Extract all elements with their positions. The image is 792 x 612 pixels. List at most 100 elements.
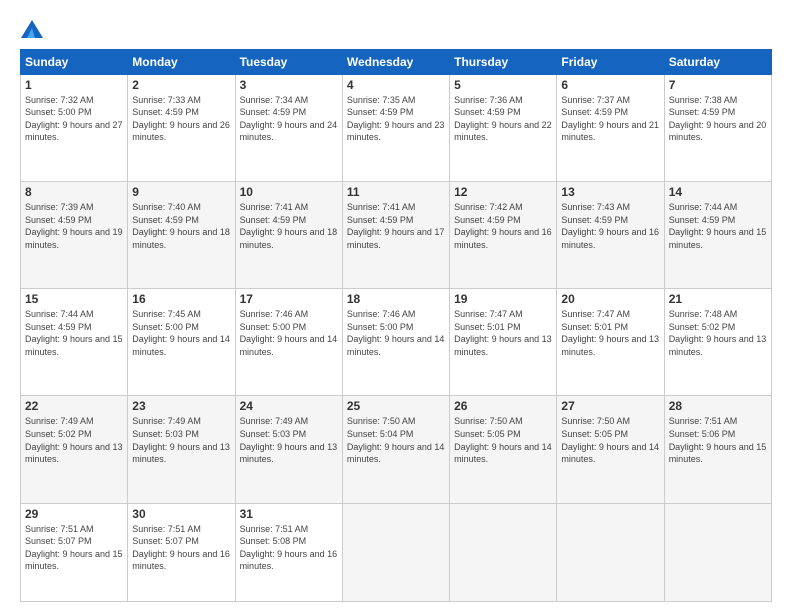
day-info: Sunrise: 7:44 AM Sunset: 4:59 PM Dayligh… bbox=[669, 201, 767, 251]
day-info: Sunrise: 7:42 AM Sunset: 4:59 PM Dayligh… bbox=[454, 201, 552, 251]
calendar-cell bbox=[664, 503, 771, 601]
calendar-cell: 21 Sunrise: 7:48 AM Sunset: 5:02 PM Dayl… bbox=[664, 289, 771, 396]
day-info: Sunrise: 7:50 AM Sunset: 5:05 PM Dayligh… bbox=[454, 415, 552, 465]
weekday-header-tuesday: Tuesday bbox=[235, 49, 342, 74]
day-info: Sunrise: 7:51 AM Sunset: 5:06 PM Dayligh… bbox=[669, 415, 767, 465]
day-number: 27 bbox=[561, 399, 659, 413]
calendar-week-4: 22 Sunrise: 7:49 AM Sunset: 5:02 PM Dayl… bbox=[21, 396, 772, 503]
calendar-cell bbox=[342, 503, 449, 601]
calendar-cell: 24 Sunrise: 7:49 AM Sunset: 5:03 PM Dayl… bbox=[235, 396, 342, 503]
day-number: 11 bbox=[347, 185, 445, 199]
weekday-header-row: SundayMondayTuesdayWednesdayThursdayFrid… bbox=[21, 49, 772, 74]
day-info: Sunrise: 7:50 AM Sunset: 5:05 PM Dayligh… bbox=[561, 415, 659, 465]
day-info: Sunrise: 7:40 AM Sunset: 4:59 PM Dayligh… bbox=[132, 201, 230, 251]
day-info: Sunrise: 7:48 AM Sunset: 5:02 PM Dayligh… bbox=[669, 308, 767, 358]
weekday-header-thursday: Thursday bbox=[450, 49, 557, 74]
day-number: 2 bbox=[132, 78, 230, 92]
day-number: 12 bbox=[454, 185, 552, 199]
day-number: 23 bbox=[132, 399, 230, 413]
calendar-cell: 16 Sunrise: 7:45 AM Sunset: 5:00 PM Dayl… bbox=[128, 289, 235, 396]
calendar-cell: 30 Sunrise: 7:51 AM Sunset: 5:07 PM Dayl… bbox=[128, 503, 235, 601]
calendar-cell: 3 Sunrise: 7:34 AM Sunset: 4:59 PM Dayli… bbox=[235, 74, 342, 181]
calendar-week-1: 1 Sunrise: 7:32 AM Sunset: 5:00 PM Dayli… bbox=[21, 74, 772, 181]
calendar-cell: 8 Sunrise: 7:39 AM Sunset: 4:59 PM Dayli… bbox=[21, 181, 128, 288]
day-number: 10 bbox=[240, 185, 338, 199]
calendar-week-5: 29 Sunrise: 7:51 AM Sunset: 5:07 PM Dayl… bbox=[21, 503, 772, 601]
day-number: 1 bbox=[25, 78, 123, 92]
weekday-header-monday: Monday bbox=[128, 49, 235, 74]
day-info: Sunrise: 7:51 AM Sunset: 5:08 PM Dayligh… bbox=[240, 523, 338, 573]
logo bbox=[20, 18, 43, 39]
calendar-cell: 5 Sunrise: 7:36 AM Sunset: 4:59 PM Dayli… bbox=[450, 74, 557, 181]
day-number: 9 bbox=[132, 185, 230, 199]
weekday-header-friday: Friday bbox=[557, 49, 664, 74]
day-number: 22 bbox=[25, 399, 123, 413]
day-info: Sunrise: 7:49 AM Sunset: 5:02 PM Dayligh… bbox=[25, 415, 123, 465]
calendar-cell: 20 Sunrise: 7:47 AM Sunset: 5:01 PM Dayl… bbox=[557, 289, 664, 396]
calendar-week-2: 8 Sunrise: 7:39 AM Sunset: 4:59 PM Dayli… bbox=[21, 181, 772, 288]
calendar-cell: 26 Sunrise: 7:50 AM Sunset: 5:05 PM Dayl… bbox=[450, 396, 557, 503]
day-info: Sunrise: 7:51 AM Sunset: 5:07 PM Dayligh… bbox=[25, 523, 123, 573]
day-info: Sunrise: 7:38 AM Sunset: 4:59 PM Dayligh… bbox=[669, 94, 767, 144]
day-number: 5 bbox=[454, 78, 552, 92]
day-number: 21 bbox=[669, 292, 767, 306]
calendar-cell: 17 Sunrise: 7:46 AM Sunset: 5:00 PM Dayl… bbox=[235, 289, 342, 396]
day-info: Sunrise: 7:43 AM Sunset: 4:59 PM Dayligh… bbox=[561, 201, 659, 251]
calendar-cell: 1 Sunrise: 7:32 AM Sunset: 5:00 PM Dayli… bbox=[21, 74, 128, 181]
calendar-cell: 10 Sunrise: 7:41 AM Sunset: 4:59 PM Dayl… bbox=[235, 181, 342, 288]
calendar-cell: 7 Sunrise: 7:38 AM Sunset: 4:59 PM Dayli… bbox=[664, 74, 771, 181]
calendar-cell: 14 Sunrise: 7:44 AM Sunset: 4:59 PM Dayl… bbox=[664, 181, 771, 288]
day-number: 14 bbox=[669, 185, 767, 199]
calendar-cell bbox=[450, 503, 557, 601]
calendar-cell: 22 Sunrise: 7:49 AM Sunset: 5:02 PM Dayl… bbox=[21, 396, 128, 503]
weekday-header-saturday: Saturday bbox=[664, 49, 771, 74]
day-number: 4 bbox=[347, 78, 445, 92]
day-number: 25 bbox=[347, 399, 445, 413]
day-number: 28 bbox=[669, 399, 767, 413]
calendar-cell: 12 Sunrise: 7:42 AM Sunset: 4:59 PM Dayl… bbox=[450, 181, 557, 288]
day-info: Sunrise: 7:34 AM Sunset: 4:59 PM Dayligh… bbox=[240, 94, 338, 144]
calendar-week-3: 15 Sunrise: 7:44 AM Sunset: 4:59 PM Dayl… bbox=[21, 289, 772, 396]
calendar-cell: 27 Sunrise: 7:50 AM Sunset: 5:05 PM Dayl… bbox=[557, 396, 664, 503]
day-info: Sunrise: 7:39 AM Sunset: 4:59 PM Dayligh… bbox=[25, 201, 123, 251]
weekday-header-sunday: Sunday bbox=[21, 49, 128, 74]
day-number: 30 bbox=[132, 507, 230, 521]
calendar-cell: 29 Sunrise: 7:51 AM Sunset: 5:07 PM Dayl… bbox=[21, 503, 128, 601]
day-info: Sunrise: 7:47 AM Sunset: 5:01 PM Dayligh… bbox=[454, 308, 552, 358]
day-info: Sunrise: 7:33 AM Sunset: 4:59 PM Dayligh… bbox=[132, 94, 230, 144]
calendar-cell: 25 Sunrise: 7:50 AM Sunset: 5:04 PM Dayl… bbox=[342, 396, 449, 503]
calendar-cell: 23 Sunrise: 7:49 AM Sunset: 5:03 PM Dayl… bbox=[128, 396, 235, 503]
day-number: 29 bbox=[25, 507, 123, 521]
day-info: Sunrise: 7:44 AM Sunset: 4:59 PM Dayligh… bbox=[25, 308, 123, 358]
day-number: 24 bbox=[240, 399, 338, 413]
weekday-header-wednesday: Wednesday bbox=[342, 49, 449, 74]
calendar-cell: 13 Sunrise: 7:43 AM Sunset: 4:59 PM Dayl… bbox=[557, 181, 664, 288]
day-number: 31 bbox=[240, 507, 338, 521]
day-number: 13 bbox=[561, 185, 659, 199]
day-info: Sunrise: 7:51 AM Sunset: 5:07 PM Dayligh… bbox=[132, 523, 230, 573]
day-number: 18 bbox=[347, 292, 445, 306]
day-info: Sunrise: 7:47 AM Sunset: 5:01 PM Dayligh… bbox=[561, 308, 659, 358]
day-info: Sunrise: 7:41 AM Sunset: 4:59 PM Dayligh… bbox=[347, 201, 445, 251]
day-number: 20 bbox=[561, 292, 659, 306]
day-info: Sunrise: 7:45 AM Sunset: 5:00 PM Dayligh… bbox=[132, 308, 230, 358]
calendar-cell: 6 Sunrise: 7:37 AM Sunset: 4:59 PM Dayli… bbox=[557, 74, 664, 181]
calendar-body: 1 Sunrise: 7:32 AM Sunset: 5:00 PM Dayli… bbox=[21, 74, 772, 601]
day-info: Sunrise: 7:46 AM Sunset: 5:00 PM Dayligh… bbox=[240, 308, 338, 358]
day-info: Sunrise: 7:46 AM Sunset: 5:00 PM Dayligh… bbox=[347, 308, 445, 358]
header bbox=[20, 18, 772, 39]
day-info: Sunrise: 7:49 AM Sunset: 5:03 PM Dayligh… bbox=[240, 415, 338, 465]
logo-icon bbox=[21, 20, 43, 38]
calendar-cell: 18 Sunrise: 7:46 AM Sunset: 5:00 PM Dayl… bbox=[342, 289, 449, 396]
day-info: Sunrise: 7:32 AM Sunset: 5:00 PM Dayligh… bbox=[25, 94, 123, 144]
calendar-cell: 28 Sunrise: 7:51 AM Sunset: 5:06 PM Dayl… bbox=[664, 396, 771, 503]
day-info: Sunrise: 7:36 AM Sunset: 4:59 PM Dayligh… bbox=[454, 94, 552, 144]
page: SundayMondayTuesdayWednesdayThursdayFrid… bbox=[0, 0, 792, 612]
calendar-cell bbox=[557, 503, 664, 601]
calendar-cell: 2 Sunrise: 7:33 AM Sunset: 4:59 PM Dayli… bbox=[128, 74, 235, 181]
day-number: 19 bbox=[454, 292, 552, 306]
day-number: 3 bbox=[240, 78, 338, 92]
calendar-cell: 4 Sunrise: 7:35 AM Sunset: 4:59 PM Dayli… bbox=[342, 74, 449, 181]
calendar-cell: 31 Sunrise: 7:51 AM Sunset: 5:08 PM Dayl… bbox=[235, 503, 342, 601]
day-number: 16 bbox=[132, 292, 230, 306]
